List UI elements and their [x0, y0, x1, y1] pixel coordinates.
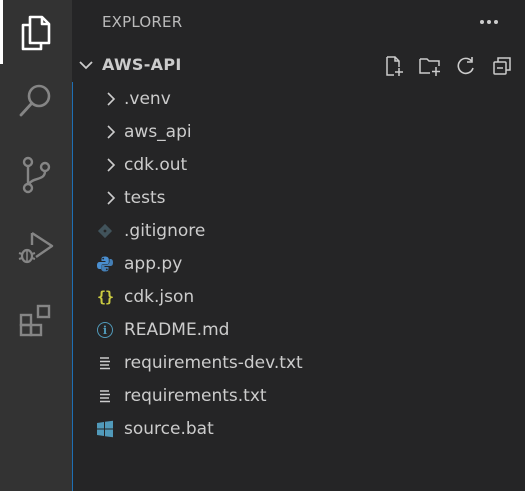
explorer-activity-button[interactable] — [0, 0, 72, 64]
info-glyph: i — [97, 322, 113, 338]
tree-folder-row[interactable]: cdk.out — [73, 149, 525, 182]
tree-file-row[interactable]: i README.md — [73, 314, 525, 347]
source-control-activity-button[interactable] — [0, 143, 72, 207]
tree-file-row[interactable]: requirements-dev.txt — [73, 347, 525, 380]
refresh-icon — [457, 57, 474, 75]
json-braces-icon: {} — [96, 288, 114, 306]
info-icon: i — [95, 320, 115, 340]
workspace-section-header[interactable]: AWS-API — [72, 50, 525, 80]
file-label: requirements.txt — [124, 386, 267, 406]
file-label: cdk.json — [124, 287, 195, 307]
search-icon — [19, 84, 51, 117]
new-file-icon — [386, 56, 403, 76]
collapse-all-icon — [493, 57, 511, 75]
windows-icon — [95, 419, 115, 439]
file-label: source.bat — [124, 419, 214, 439]
chevron-right-icon — [107, 125, 116, 139]
extensions-icon — [19, 304, 51, 337]
file-label: .gitignore — [124, 221, 206, 241]
chevron-right-icon — [107, 158, 116, 172]
git-icon — [95, 221, 115, 241]
file-label: requirements-dev.txt — [124, 353, 303, 373]
tree-file-row[interactable]: app.py — [73, 248, 525, 281]
folder-label: cdk.out — [124, 155, 188, 175]
chevron-right-icon — [107, 191, 116, 205]
workspace-title: AWS-API — [102, 55, 182, 74]
new-file-button[interactable] — [381, 53, 407, 79]
source-control-icon — [22, 156, 51, 194]
activity-bar — [0, 0, 72, 491]
file-label: app.py — [124, 254, 183, 274]
tree-file-row[interactable]: source.bat — [73, 413, 525, 446]
file-tree: .venv aws_api cdk.out tests .gitignore a… — [72, 82, 525, 491]
sidebar-title: EXPLORER — [102, 13, 183, 31]
vscode-window: EXPLORER AWS-API .venv aws_api cdk.out t… — [0, 0, 525, 491]
tree-file-row[interactable]: requirements.txt — [73, 380, 525, 413]
collapse-folders-button[interactable] — [489, 53, 515, 79]
refresh-explorer-button[interactable] — [453, 53, 479, 79]
tree-file-row[interactable]: {} cdk.json — [73, 281, 525, 314]
tree-folder-row[interactable]: .venv — [73, 83, 525, 116]
tree-folder-row[interactable]: aws_api — [73, 116, 525, 149]
files-icon — [21, 15, 51, 51]
more-actions-button[interactable] — [477, 10, 501, 34]
new-folder-button[interactable] — [417, 53, 443, 79]
python-icon — [95, 254, 115, 274]
chevron-down-icon — [79, 61, 93, 70]
search-activity-button[interactable] — [0, 68, 72, 132]
chevron-right-icon — [107, 92, 116, 106]
tree-file-row[interactable]: .gitignore — [73, 215, 525, 248]
folder-label: .venv — [124, 89, 171, 109]
text-lines-icon — [95, 353, 115, 373]
ellipsis-icon — [480, 20, 498, 24]
new-folder-icon — [419, 58, 440, 76]
section-actions — [381, 53, 515, 79]
extensions-activity-button[interactable] — [0, 288, 72, 352]
folder-label: aws_api — [124, 122, 192, 142]
text-lines-icon — [95, 386, 115, 406]
explorer-sidebar: EXPLORER AWS-API .venv aws_api cdk.out t… — [72, 0, 525, 491]
run-debug-activity-button[interactable] — [0, 215, 72, 279]
folder-label: tests — [124, 188, 166, 208]
file-label: README.md — [124, 320, 230, 340]
run-debug-icon — [18, 231, 54, 264]
tree-folder-row[interactable]: tests — [73, 182, 525, 215]
